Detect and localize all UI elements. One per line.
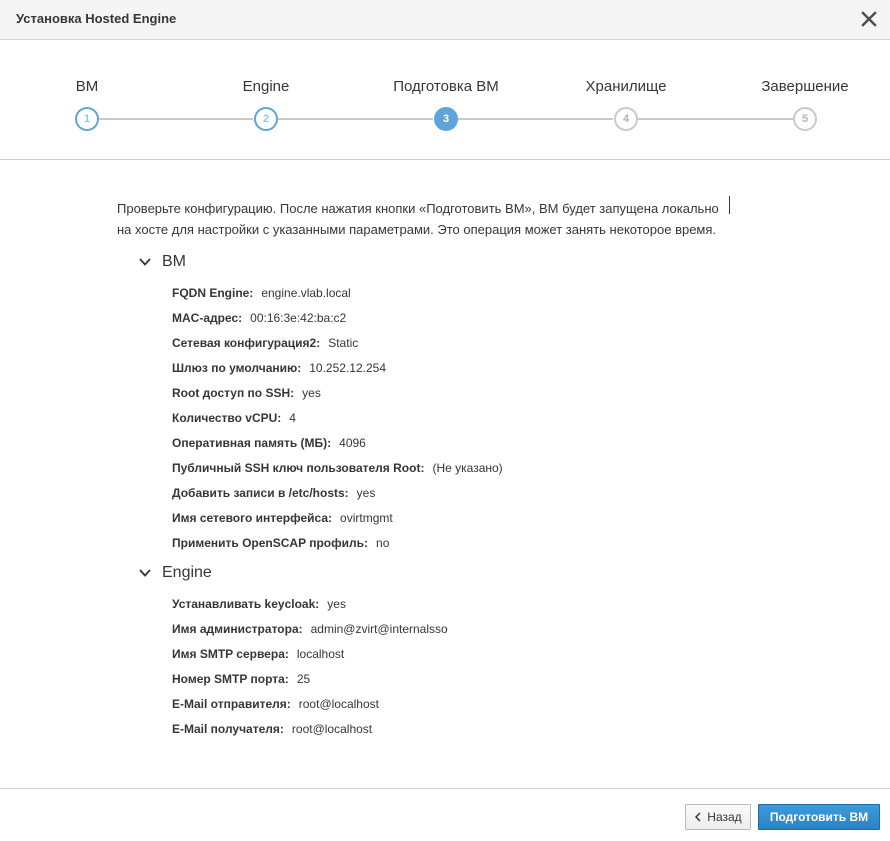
step-connector bbox=[277, 118, 433, 120]
row-key: Сетевая конфигурация2: bbox=[172, 336, 321, 350]
engine-row-email-from: E-Mail отправителя: root@localhost bbox=[172, 697, 379, 711]
row-key: Шлюз по умолчанию: bbox=[172, 361, 302, 375]
vm-row-fqdn: FQDN Engine: engine.vlab.local bbox=[172, 286, 351, 300]
step-circle-4: 4 bbox=[614, 107, 638, 131]
row-key: Устанавливать keycloak: bbox=[172, 597, 320, 611]
vm-row-network: Сетевая конфигурация2: Static bbox=[172, 336, 358, 350]
back-button-label: Назад bbox=[707, 810, 742, 824]
dialog-title: Установка Hosted Engine bbox=[16, 11, 177, 26]
row-key: E-Mail получателя: bbox=[172, 722, 284, 736]
row-key: Номер SMTP порта: bbox=[172, 672, 289, 686]
step-circle-5: 5 bbox=[793, 107, 817, 131]
row-value: engine.vlab.local bbox=[261, 286, 351, 300]
chevron-left-icon bbox=[695, 812, 701, 822]
row-value: localhost bbox=[296, 647, 345, 661]
row-value: 00:16:3e:42:ba:c2 bbox=[250, 311, 347, 325]
row-value: yes bbox=[302, 386, 321, 400]
dialog-header: Установка Hosted Engine bbox=[0, 0, 890, 40]
prepare-vm-button[interactable]: Подготовить ВМ bbox=[758, 804, 880, 830]
intro-line-1: Проверьте конфигурацию. После нажатия кн… bbox=[117, 201, 719, 216]
row-key: Имя администратора: bbox=[172, 622, 303, 636]
vm-row-gateway: Шлюз по умолчанию: 10.252.12.254 bbox=[172, 361, 386, 375]
row-key: Добавить записи в /etc/hosts: bbox=[172, 486, 349, 500]
dialog-footer: Назад Подготовить ВМ bbox=[0, 788, 890, 841]
engine-row-keycloak: Устанавливать keycloak: yes bbox=[172, 597, 346, 611]
vm-row-root-ssh: Root доступ по SSH: yes bbox=[172, 386, 321, 400]
chevron-down-icon bbox=[139, 258, 151, 266]
hosted-engine-dialog: Установка Hosted Engine ВМ 1 Engine 2 По… bbox=[0, 0, 890, 841]
row-key: FQDN Engine: bbox=[172, 286, 254, 300]
section-vm-toggle[interactable]: ВМ bbox=[138, 253, 186, 271]
intro-line-2: на хосте для настройки с указанными пара… bbox=[117, 222, 717, 237]
back-button[interactable]: Назад bbox=[685, 804, 751, 830]
close-icon bbox=[861, 11, 877, 27]
row-value: root@localhost bbox=[291, 722, 373, 736]
row-key: Имя SMTP сервера: bbox=[172, 647, 289, 661]
row-key: Имя сетевого интерфейса: bbox=[172, 511, 333, 525]
chevron-down-icon bbox=[139, 569, 151, 577]
text-cursor bbox=[729, 196, 730, 214]
step-connector bbox=[457, 118, 613, 120]
engine-row-email-to: E-Mail получателя: root@localhost bbox=[172, 722, 372, 736]
step-connector bbox=[98, 118, 253, 120]
row-value: 10.252.12.254 bbox=[309, 361, 386, 375]
row-value: 4 bbox=[289, 411, 296, 425]
row-key: E-Mail отправителя: bbox=[172, 697, 291, 711]
row-key: Применить OpenSCAP профиль: bbox=[172, 536, 369, 550]
row-key: Оперативная память (МБ): bbox=[172, 436, 332, 450]
vm-row-interface: Имя сетевого интерфейса: ovirtmgmt bbox=[172, 511, 393, 525]
row-key: MAC-адрес: bbox=[172, 311, 243, 325]
step-connector bbox=[637, 118, 793, 120]
vm-row-vcpu: Количество vCPU: 4 bbox=[172, 411, 296, 425]
step-circle-1[interactable]: 1 bbox=[75, 107, 99, 131]
vm-row-openscap: Применить OpenSCAP профиль: no bbox=[172, 536, 389, 550]
section-engine-title: Engine bbox=[162, 564, 212, 581]
row-value: yes bbox=[327, 597, 346, 611]
step-label-vm[interactable]: ВМ bbox=[76, 78, 99, 95]
vm-row-hosts: Добавить записи в /etc/hosts: yes bbox=[172, 486, 375, 500]
step-label-finish: Завершение bbox=[761, 78, 849, 95]
vm-row-ssh-key: Публичный SSH ключ пользователя Root: (Не… bbox=[172, 461, 503, 475]
step-label-prepare-vm: Подготовка ВМ bbox=[393, 78, 499, 95]
engine-row-smtp-server: Имя SMTP сервера: localhost bbox=[172, 647, 344, 661]
row-key: Root доступ по SSH: bbox=[172, 386, 295, 400]
close-button[interactable] bbox=[858, 8, 880, 30]
row-value: (Не указано) bbox=[432, 461, 503, 475]
prepare-vm-button-label: Подготовить ВМ bbox=[769, 810, 869, 824]
row-value: 25 bbox=[296, 672, 311, 686]
engine-row-admin: Имя администратора: admin@zvirt@internals… bbox=[172, 622, 448, 636]
row-value: root@localhost bbox=[298, 697, 379, 711]
vm-row-memory: Оперативная память (МБ): 4096 bbox=[172, 436, 366, 450]
step-label-storage: Хранилище bbox=[585, 78, 667, 95]
step-circle-3: 3 bbox=[434, 107, 458, 131]
row-value: 4096 bbox=[339, 436, 366, 450]
row-value: admin@zvirt@internalsso bbox=[310, 622, 448, 636]
row-key: Публичный SSH ключ пользователя Root: bbox=[172, 461, 425, 475]
intro-text: Проверьте конфигурацию. После нажатия кн… bbox=[117, 198, 817, 240]
engine-row-smtp-port: Номер SMTP порта: 25 bbox=[172, 672, 310, 686]
row-value: no bbox=[376, 536, 390, 550]
step-circle-2[interactable]: 2 bbox=[254, 107, 278, 131]
row-value: yes bbox=[356, 486, 376, 500]
row-value: ovirtmgmt bbox=[340, 511, 393, 525]
section-engine-toggle[interactable]: Engine bbox=[138, 564, 212, 582]
section-vm-title: ВМ bbox=[162, 253, 186, 270]
row-value: Static bbox=[328, 336, 359, 350]
wizard-steps: ВМ 1 Engine 2 Подготовка ВМ 3 Хранилище … bbox=[0, 40, 890, 160]
step-label-engine[interactable]: Engine bbox=[243, 78, 290, 95]
row-key: Количество vCPU: bbox=[172, 411, 282, 425]
vm-row-mac: MAC-адрес: 00:16:3e:42:ba:c2 bbox=[172, 311, 346, 325]
